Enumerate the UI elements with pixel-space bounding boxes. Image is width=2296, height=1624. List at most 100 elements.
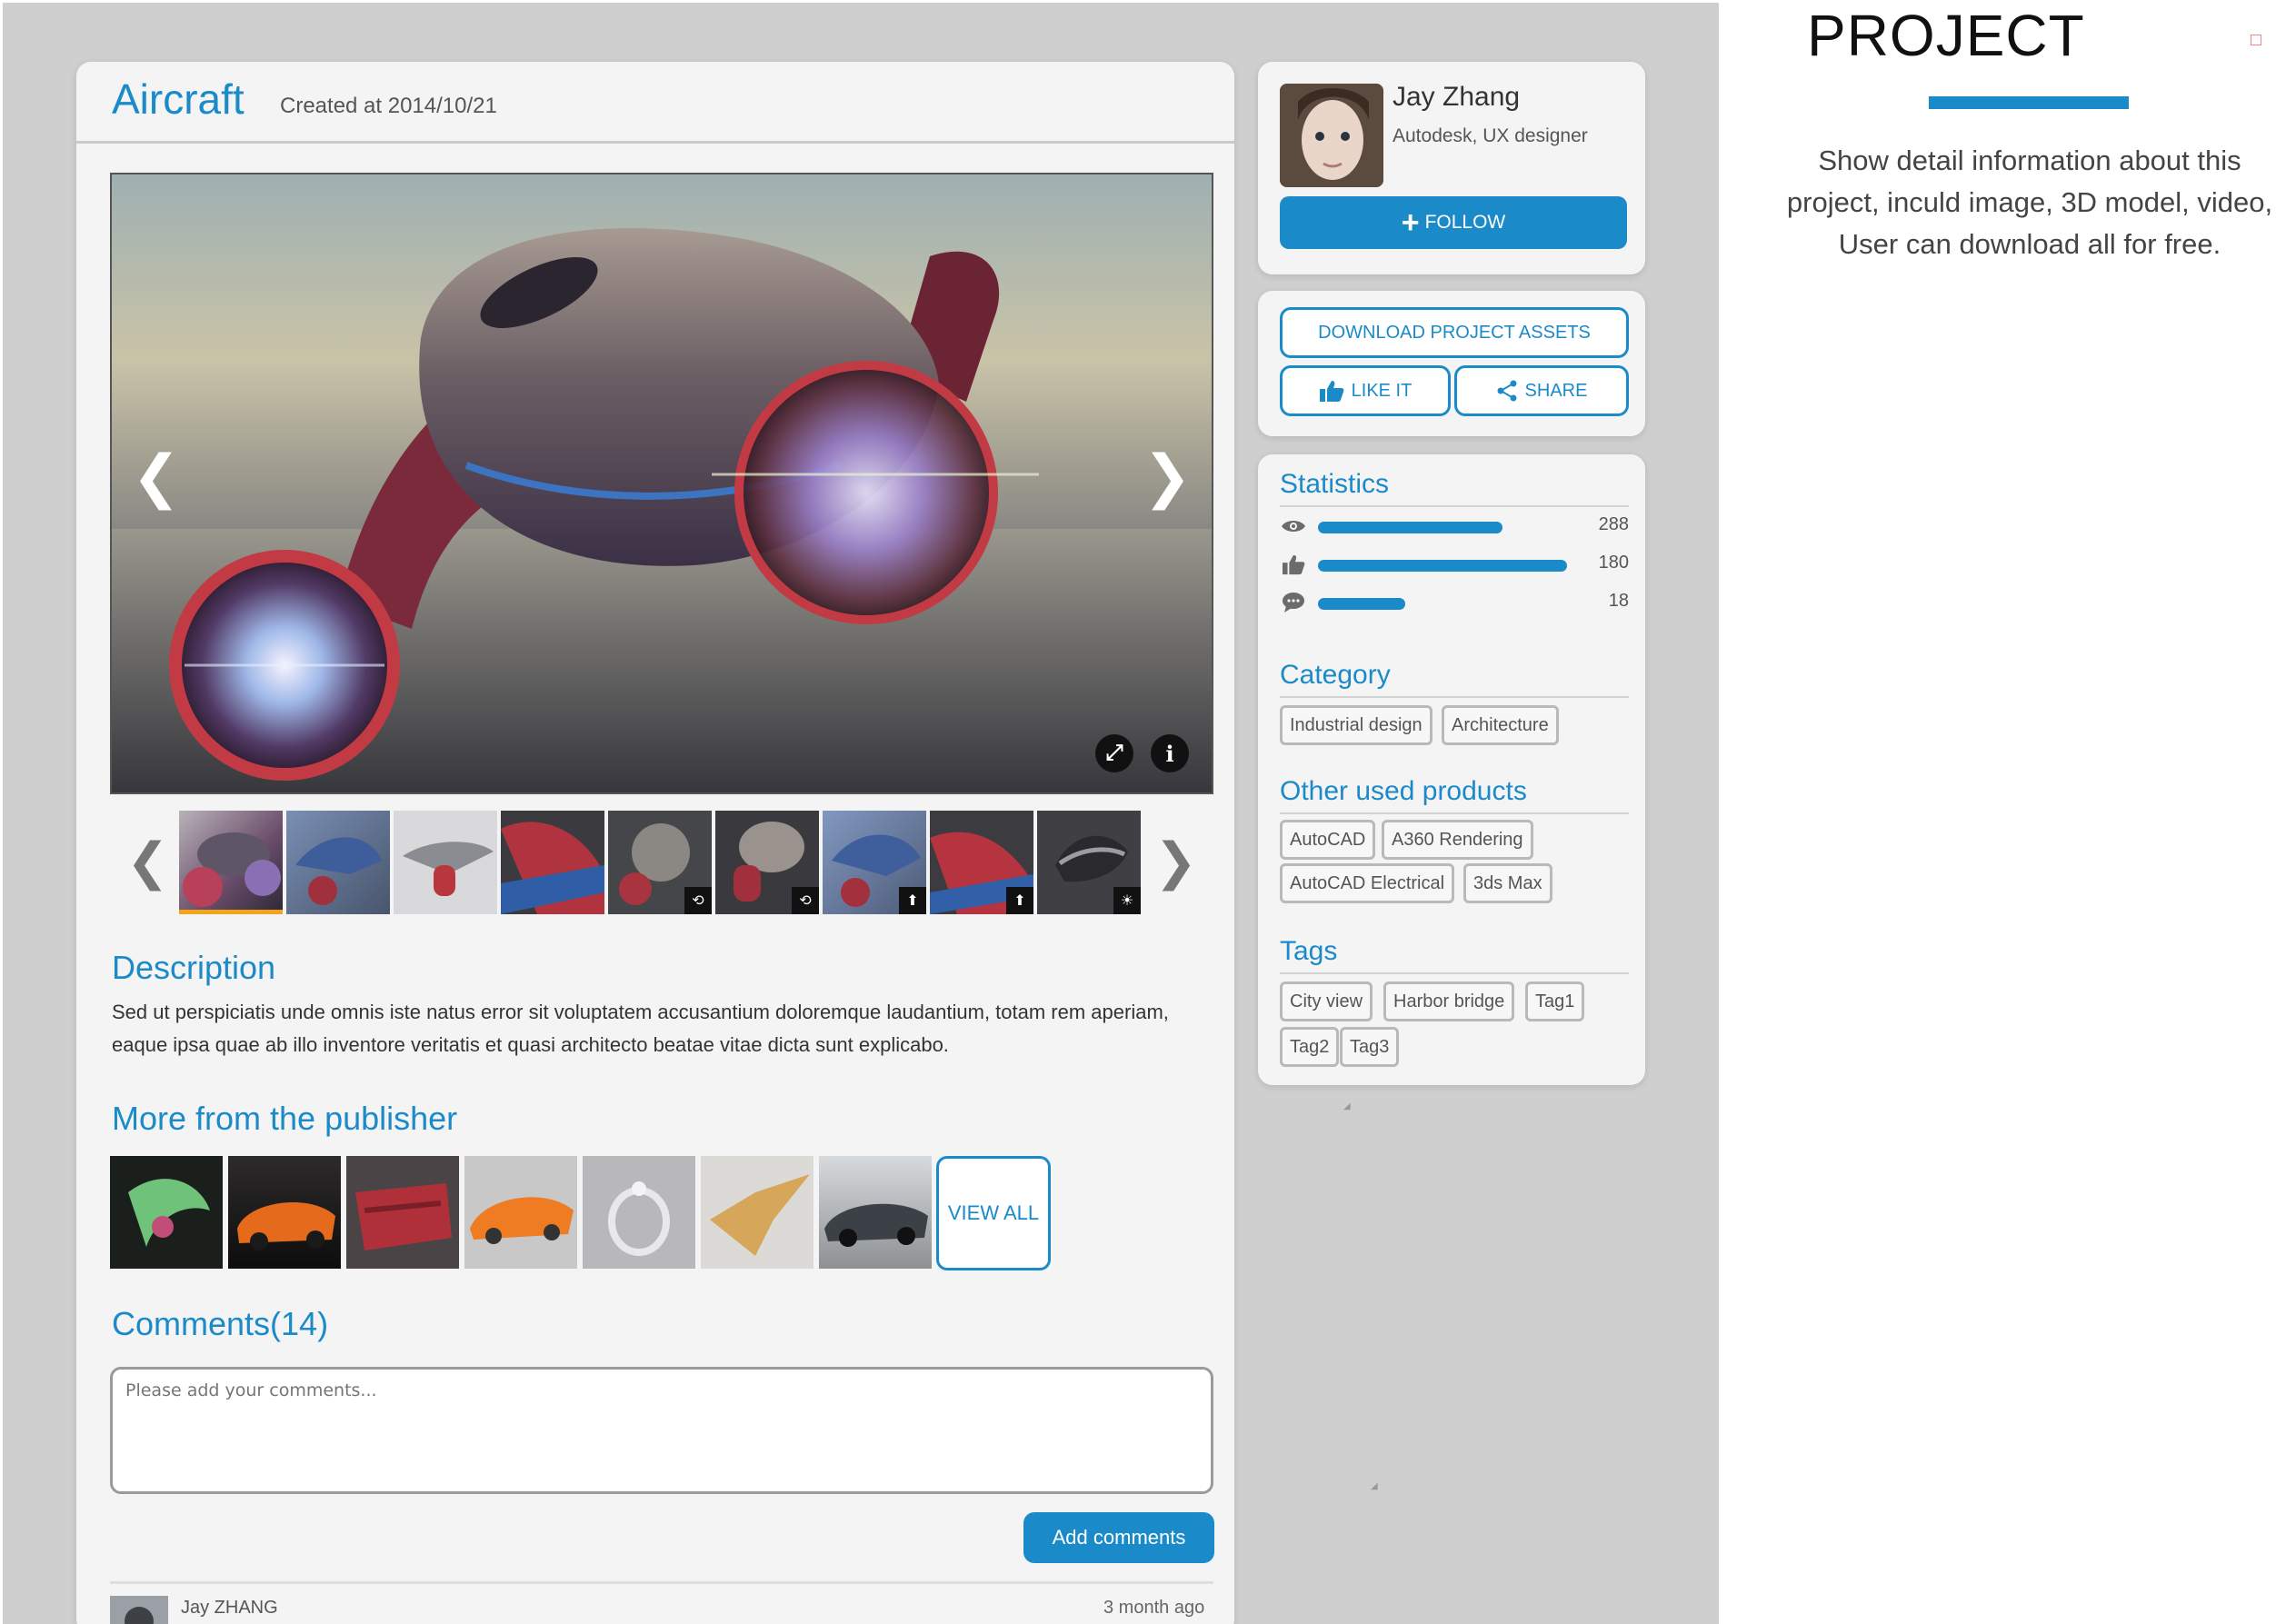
more-from-publisher-heading: More from the publisher <box>112 1100 458 1137</box>
view-all-button[interactable]: VIEW ALL <box>936 1156 1051 1270</box>
stat-row-comments: 18 <box>1280 589 1629 616</box>
created-date: Created at 2014/10/21 <box>280 94 497 118</box>
views-count: 288 <box>1598 514 1629 534</box>
project-actions-card: DOWNLOAD PROJECT ASSETS LIKE IT SHARE <box>1258 291 1645 436</box>
like-label: LIKE IT <box>1351 380 1413 401</box>
aircraft-render-image <box>112 228 1212 792</box>
thumbnail-image <box>470 1197 574 1244</box>
product-tag[interactable]: A360 Rendering <box>1382 820 1533 860</box>
share-icon <box>1497 380 1517 402</box>
thumbnail-image <box>608 1181 670 1256</box>
thumbnail-item[interactable] <box>286 811 390 914</box>
eye-glyph <box>1282 521 1305 532</box>
share-label: SHARE <box>1524 380 1588 401</box>
category-divider <box>1280 696 1629 698</box>
description-text: Sed ut perspiciatis unde omnis iste natu… <box>112 1001 1169 1056</box>
products-divider <box>1280 812 1629 814</box>
hero-next-arrow-icon[interactable]: ❯ <box>1143 447 1192 505</box>
thumbnail-next-icon[interactable]: ❯ <box>1154 836 1197 887</box>
add-comments-button[interactable]: Add comments <box>1023 1512 1214 1563</box>
publisher-name[interactable]: Jay Zhang <box>1393 82 1520 113</box>
statistics-divider <box>1280 505 1629 507</box>
thumbnail-item[interactable] <box>179 811 283 914</box>
publisher-avatar[interactable] <box>1280 84 1383 187</box>
likes-count: 180 <box>1598 553 1629 573</box>
product-tag[interactable]: AutoCAD Electrical <box>1280 863 1455 903</box>
thumbnail-image <box>710 1174 810 1256</box>
thumbnail-item[interactable] <box>501 811 604 914</box>
product-tag[interactable]: AutoCAD <box>1280 820 1376 860</box>
thumbnail-item[interactable]: ⬆ <box>930 811 1033 914</box>
annotation-text: Show detail information about this proje… <box>1786 144 2273 260</box>
thumbnail-image <box>355 1183 452 1250</box>
model-3d-icon: ⬆ <box>899 887 926 914</box>
tag-chip[interactable]: Tag1 <box>1525 981 1585 1021</box>
publisher-project-thumbnail[interactable] <box>583 1156 695 1269</box>
comment-input[interactable] <box>110 1367 1213 1494</box>
publisher-role: Autodesk, UX designer <box>1393 125 1588 146</box>
thumbnail-image <box>183 832 281 907</box>
thumbnail-image <box>128 1179 210 1247</box>
rotate-view-icon: ⟲ <box>792 887 819 914</box>
project-header: Aircraft Created at 2014/10/21 <box>76 62 1234 144</box>
project-main-card: Aircraft Created at 2014/10/21 ❮ ❯ ⤢ i ❮… <box>76 62 1234 1624</box>
tag-chip[interactable]: City view <box>1280 981 1373 1021</box>
hero-prev-arrow-icon[interactable]: ❮ <box>132 447 181 505</box>
thumbnail-item[interactable]: ⟲ <box>608 811 712 914</box>
rotate-view-icon: ⟲ <box>684 887 712 914</box>
publisher-project-thumbnail[interactable] <box>228 1156 341 1269</box>
category-tag[interactable]: Industrial design <box>1280 705 1433 745</box>
annotation-marker-icon <box>2251 35 2261 45</box>
comment-divider <box>110 1581 1213 1584</box>
hero-image-viewer[interactable]: ❮ ❯ ⤢ i <box>110 173 1213 794</box>
publisher-profile-card: Jay Zhang Autodesk, UX designer + FOLLOW <box>1258 62 1645 274</box>
comment-icon <box>1280 589 1307 616</box>
views-bar <box>1318 522 1502 533</box>
fullscreen-expand-icon[interactable]: ⤢ <box>1095 734 1133 772</box>
thumbnail-prev-icon[interactable]: ❮ <box>126 836 169 887</box>
avatar-image <box>125 1607 154 1624</box>
avatar-image <box>1280 84 1383 187</box>
category-tag[interactable]: Architecture <box>1442 705 1559 745</box>
other-products-heading: Other used products <box>1280 776 1527 806</box>
statistics-heading: Statistics <box>1280 469 1390 499</box>
comments-heading: Comments(14) <box>112 1305 329 1342</box>
publisher-project-thumbnail[interactable] <box>701 1156 814 1269</box>
thumbnail-item[interactable]: ⟲ <box>715 811 819 914</box>
thumbnail-image <box>237 1202 335 1250</box>
model-3d-icon: ⬆ <box>1006 887 1033 914</box>
tag-chip[interactable]: Tag3 <box>1340 1027 1400 1067</box>
tag-chip[interactable]: Tag2 <box>1280 1027 1340 1067</box>
tags-heading: Tags <box>1280 936 1338 966</box>
thumbnail-image <box>403 842 494 896</box>
download-project-assets-button[interactable]: DOWNLOAD PROJECT ASSETS <box>1280 307 1629 358</box>
like-button[interactable]: LIKE IT <box>1280 365 1451 416</box>
thumbnail-item[interactable]: ☀ <box>1037 811 1141 914</box>
share-button[interactable]: SHARE <box>1454 365 1629 416</box>
product-tag[interactable]: 3ds Max <box>1463 863 1552 903</box>
comments-count: 18 <box>1608 591 1629 611</box>
follow-button[interactable]: + FOLLOW <box>1280 196 1627 249</box>
thumbnail-item[interactable]: ⬆ <box>823 811 926 914</box>
thumbs-up-icon <box>1280 551 1307 578</box>
annotation-title: PROJECT <box>1807 3 2085 68</box>
resize-handle-icon: ◢ <box>1343 1101 1351 1111</box>
info-icon[interactable]: i <box>1151 734 1189 772</box>
eye-icon <box>1280 513 1307 540</box>
category-heading: Category <box>1280 660 1391 690</box>
stat-row-likes: 180 <box>1280 551 1629 578</box>
stat-row-views: 288 <box>1280 513 1629 540</box>
publisher-project-thumbnail[interactable] <box>464 1156 577 1269</box>
thumbnail-item[interactable] <box>394 811 497 914</box>
comment-author[interactable]: Jay ZHANG <box>181 1598 278 1619</box>
annotation-accent-bar <box>1929 96 2129 109</box>
thumbnail-strip: ❮ ⟲ ⟲ ⬆ ⬆ ☀ ❯ <box>110 811 1213 920</box>
publisher-project-thumbnail[interactable] <box>346 1156 459 1269</box>
publisher-project-thumbnail[interactable] <box>819 1156 932 1269</box>
publisher-project-thumbnail[interactable] <box>110 1156 223 1269</box>
tag-chip[interactable]: Harbor bridge <box>1383 981 1515 1021</box>
comment-glyph <box>1283 593 1304 613</box>
project-info-card: Statistics 288 180 18 Category Industria… <box>1258 454 1645 1085</box>
tags-divider <box>1280 972 1629 974</box>
thumbnail-image <box>295 837 382 905</box>
